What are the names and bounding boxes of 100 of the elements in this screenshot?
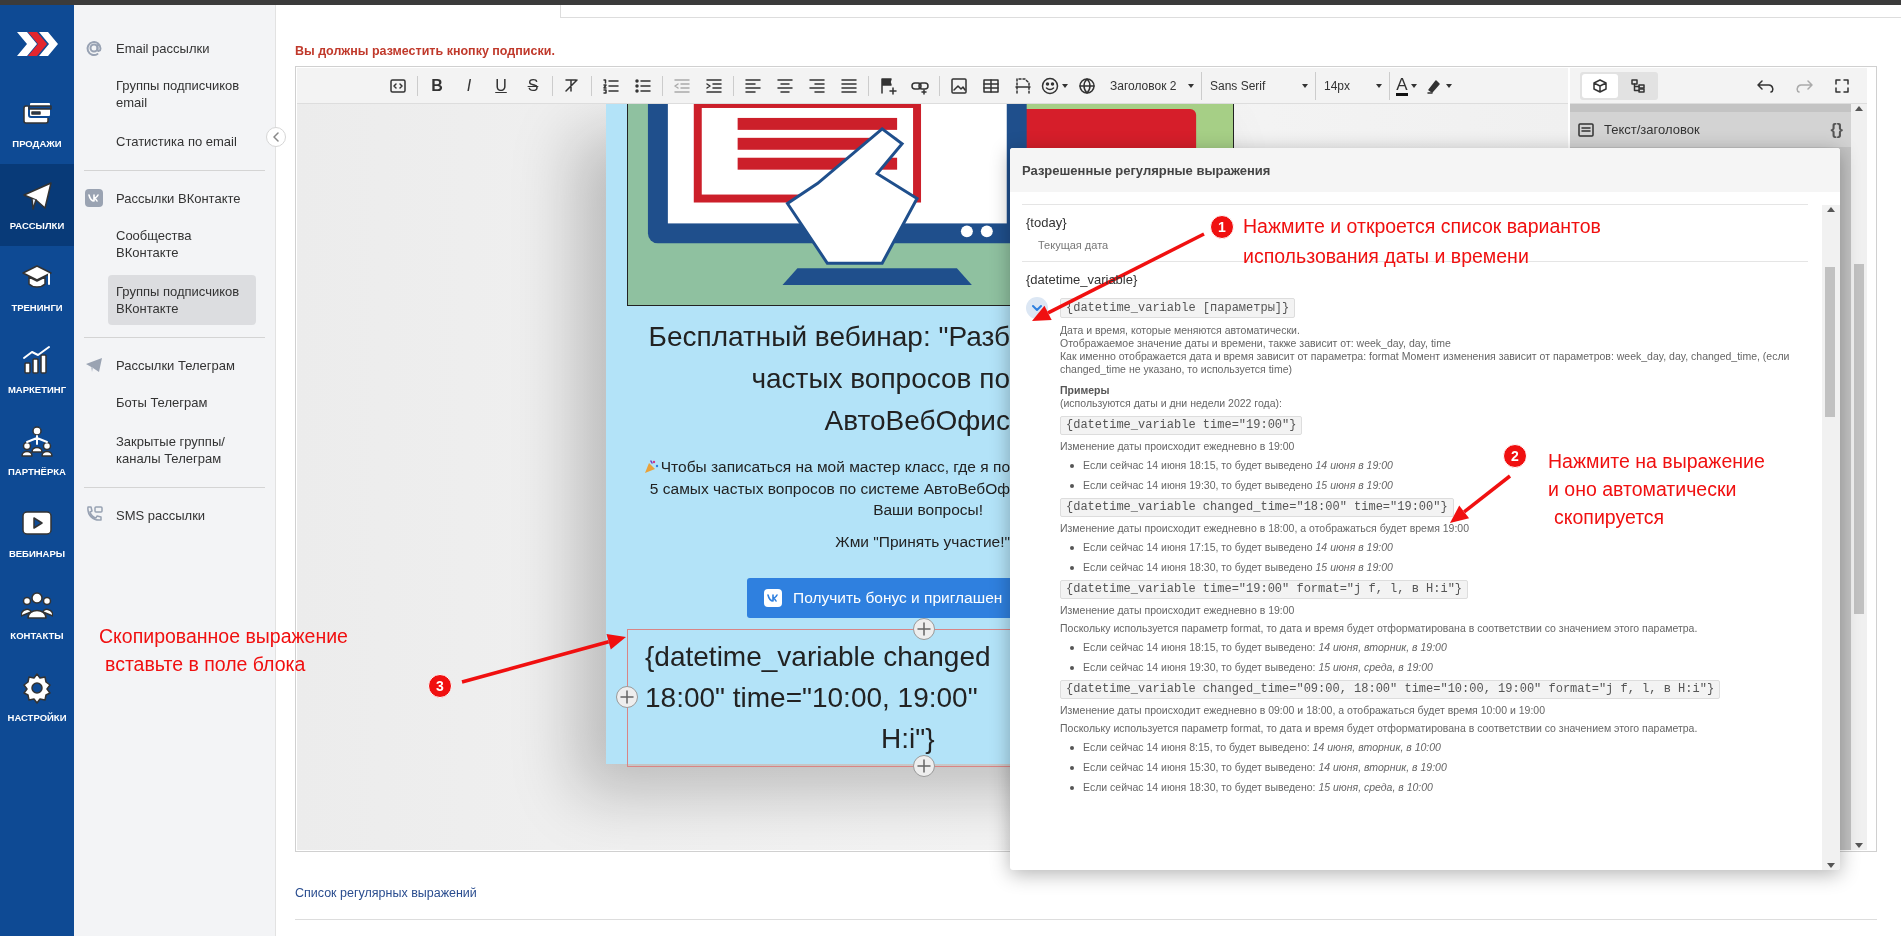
bullet-icon bbox=[1070, 483, 1074, 488]
align-center-icon bbox=[776, 76, 794, 95]
plus-icon bbox=[620, 690, 634, 704]
heading-text: АвтоВебОфис bbox=[824, 404, 1010, 438]
add-block-button[interactable] bbox=[913, 755, 935, 777]
annotation-text: Скопированное выражение вставьте в поле блока bbox=[99, 624, 348, 677]
format-button[interactable]: U bbox=[486, 71, 516, 100]
nav-item[interactable]: ПАРТНЁРКА bbox=[0, 410, 74, 492]
bullet-list-icon bbox=[634, 76, 652, 95]
scrollbar[interactable] bbox=[1851, 104, 1867, 850]
text-color-button[interactable]: A bbox=[1392, 71, 1422, 100]
sidebar-item[interactable]: Боты Телеграм bbox=[108, 386, 256, 419]
body-text: 5 самых частых вопросов по системе АвтоВебОф bbox=[649, 478, 1010, 499]
braces-label: {} bbox=[1830, 120, 1843, 139]
caret-icon bbox=[1301, 81, 1309, 90]
warning-text: Вы должны разместить кнопку подписки. bbox=[295, 44, 556, 60]
scroll-up-icon bbox=[1826, 205, 1836, 213]
nav-item[interactable]: РАССЫЛКИ bbox=[0, 164, 74, 246]
dropdown[interactable]: Заголовок 2 bbox=[1104, 71, 1202, 100]
section-title[interactable]: Рассылки Телеграм bbox=[116, 357, 235, 373]
align-left-icon bbox=[744, 76, 762, 95]
annotation-text: Нажмите и откроется список вариантов использования даты и времени bbox=[1243, 214, 1601, 269]
code-snippet[interactable]: {datetime_variable changed_time="18:00" time="19:00"} bbox=[1060, 498, 1454, 517]
sidebar-item[interactable]: Сообщества ВКонтакте bbox=[108, 219, 256, 269]
scroll-down-icon bbox=[1854, 842, 1864, 850]
caret-icon bbox=[1187, 81, 1195, 90]
undo-icon bbox=[1757, 78, 1775, 93]
nav-item[interactable]: КОНТАКТЫ bbox=[0, 574, 74, 656]
sidebar-item[interactable]: Группы подписчиков ВКонтакте bbox=[108, 275, 256, 325]
plus-icon bbox=[917, 622, 931, 636]
annotation-arrow bbox=[1450, 474, 1512, 523]
bullet-icon bbox=[1070, 665, 1074, 670]
nav-item[interactable]: ПРОДАЖИ bbox=[0, 82, 74, 164]
example-text: Если сейчас 14 июня 18:30, то будет выведено: 15 июня, среда, в 10:00 bbox=[1083, 781, 1433, 794]
bullet-icon bbox=[1070, 463, 1074, 468]
bullet-icon bbox=[1070, 765, 1074, 770]
org-chart-icon bbox=[21, 425, 53, 458]
document-icon bbox=[1014, 76, 1032, 95]
add-block-button[interactable] bbox=[616, 686, 638, 708]
dropdown[interactable]: 14px bbox=[1318, 71, 1390, 100]
scroll-down-icon bbox=[1826, 862, 1836, 870]
example-text: Если сейчас 14 июня 18:30, то будет выведено 15 июня в 19:00 bbox=[1083, 561, 1393, 574]
code-snippet[interactable]: {datetime_variable changed_time="09:00, 18:00" time="10:00, 19:00" format="j f, l, в H:i"} bbox=[1060, 680, 1721, 699]
smiley-icon bbox=[1041, 76, 1059, 95]
cube-icon bbox=[1593, 78, 1607, 93]
variable-name: {today} bbox=[1026, 215, 1067, 230]
scrollbar-thumb[interactable] bbox=[1825, 267, 1835, 417]
body-text: Чтобы записаться на мой мастер класс, где я по bbox=[660, 457, 1010, 477]
section-title[interactable]: Рассылки ВКонтакте bbox=[116, 190, 241, 206]
nav-item[interactable]: НАСТРОЙКИ bbox=[0, 656, 74, 738]
code-view-icon bbox=[389, 76, 407, 95]
block-text: 18:00" time="10:00, 19:00" bbox=[645, 681, 978, 715]
nav-item[interactable]: МАРКЕТИНГ bbox=[0, 328, 74, 410]
format-button[interactable]: B bbox=[422, 71, 452, 100]
code-snippet[interactable]: {datetime_variable time="19:00" format="j f, l, в H:i"} bbox=[1060, 580, 1469, 599]
people-icon bbox=[21, 589, 53, 622]
caret-icon bbox=[1375, 81, 1383, 90]
block-text: H:i"} bbox=[880, 722, 935, 756]
panel-item-label: Текст/заголовок bbox=[1604, 122, 1700, 137]
section-title[interactable]: SMS рассылки bbox=[116, 507, 206, 523]
description-text: Изменение даты происходит ежедневно в 18:00, а отображаться будет время 19:00 bbox=[1060, 522, 1471, 535]
nav-item[interactable]: ВЕБИНАРЫ bbox=[0, 492, 74, 574]
at-sign-icon bbox=[84, 38, 104, 58]
description-text: Отображаемое значение даты и времени, также зависит от: week_day, day, time bbox=[1060, 337, 1452, 350]
heading-text: Бесплатный вебинар: "Разб bbox=[648, 320, 1010, 354]
caret-icon bbox=[1061, 81, 1069, 90]
dropdown[interactable]: Sans Serif bbox=[1204, 71, 1316, 100]
code-snippet[interactable]: {datetime_variable time="19:00"} bbox=[1060, 416, 1303, 435]
sidebar-item[interactable]: Закрытые группы/ каналы Телеграм bbox=[108, 425, 256, 475]
heading-text: частых вопросов по bbox=[751, 362, 1010, 396]
align-right-icon bbox=[808, 76, 826, 95]
section-title[interactable]: Email рассылки bbox=[116, 40, 210, 56]
vk-logo-icon bbox=[763, 588, 783, 608]
paper-plane-icon bbox=[84, 355, 104, 375]
annotation-text: Нажмите на выражение и оно автоматически скопируется bbox=[1548, 449, 1765, 530]
table-icon bbox=[982, 76, 1000, 95]
regex-list-link[interactable]: Список регулярных выражений bbox=[295, 886, 477, 900]
scrollbar[interactable] bbox=[1822, 205, 1840, 870]
code-snippet[interactable]: {datetime_variable [параметры]} bbox=[1060, 298, 1296, 318]
nav-item[interactable]: ТРЕНИНГИ bbox=[0, 246, 74, 328]
format-button[interactable]: I bbox=[454, 71, 484, 100]
add-block-button[interactable] bbox=[913, 618, 935, 640]
redo-icon bbox=[1795, 78, 1813, 93]
settings-icon bbox=[21, 671, 53, 704]
sidebar-item[interactable]: Группы подписчиков email bbox=[108, 69, 256, 119]
format-button[interactable]: S bbox=[518, 71, 548, 100]
outdent-icon bbox=[673, 76, 691, 95]
bar-chart-icon bbox=[21, 343, 53, 376]
chevron-left-icon bbox=[272, 132, 280, 142]
scrollbar-thumb[interactable] bbox=[1854, 264, 1864, 614]
panel-item[interactable]: Текст/заголовок {} bbox=[1570, 112, 1851, 147]
block-text: {datetime_variable changed bbox=[645, 640, 991, 674]
party-icon bbox=[642, 458, 659, 475]
justify-icon bbox=[840, 76, 858, 95]
variable-description: Текущая дата bbox=[1038, 239, 1109, 251]
sidebar-item[interactable]: Статистика по email bbox=[108, 125, 256, 158]
description-text: Изменение даты происходит ежедневно в 19:00 bbox=[1060, 440, 1296, 453]
panel-tab[interactable] bbox=[1582, 73, 1618, 98]
numbered-list-icon bbox=[602, 76, 620, 95]
example-text: Если сейчас 14 июня 19:30, то будет выведено 15 июня в 19:00 bbox=[1083, 479, 1393, 492]
